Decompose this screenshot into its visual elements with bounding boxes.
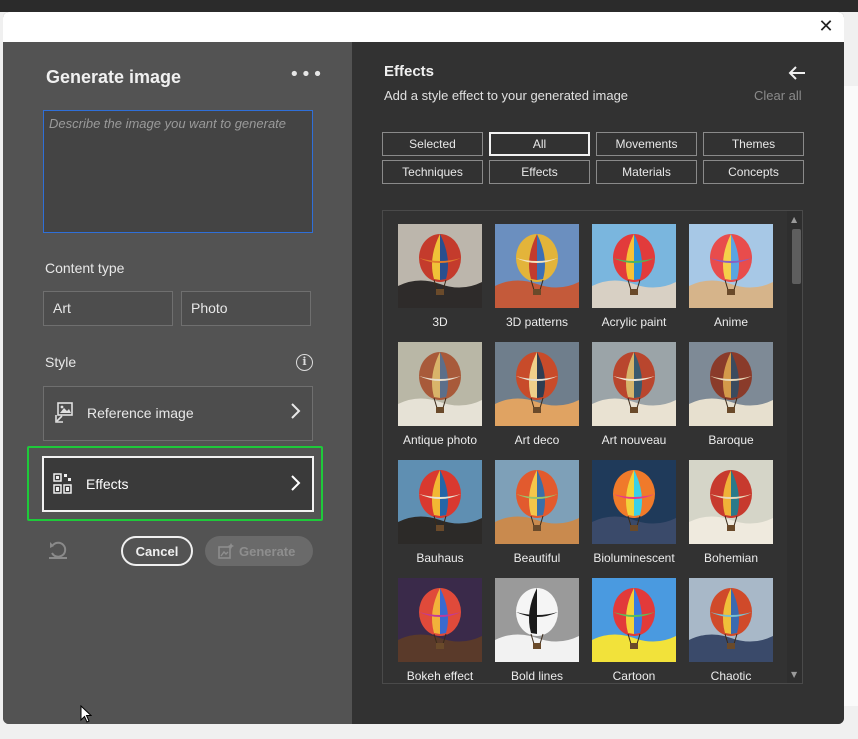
effect-tile-baroque[interactable]: Baroque (688, 342, 774, 447)
effect-thumbnail (592, 578, 676, 662)
filter-chip-effects[interactable]: Effects (489, 160, 590, 184)
effects-panel: Effects Add a style effect to your gener… (352, 42, 844, 724)
panel-title: Generate image (46, 67, 182, 87)
effect-tile-acrylic-paint[interactable]: Acrylic paint (591, 224, 677, 329)
effect-tile-chaotic[interactable]: Chaotic (688, 578, 774, 683)
scroll-thumb[interactable] (792, 229, 801, 284)
effect-tile-antique-photo[interactable]: Antique photo (397, 342, 483, 447)
filter-chip-themes[interactable]: Themes (703, 132, 804, 156)
reference-image-label: Reference image (87, 405, 194, 421)
scroll-down-icon[interactable]: ▼ (791, 670, 797, 679)
reset-icon[interactable] (47, 539, 69, 561)
effect-thumbnail (592, 342, 676, 426)
effect-tile-label: Bioluminescent (593, 551, 675, 565)
effect-thumbnail (398, 224, 482, 308)
clear-all-link[interactable]: Clear all (754, 88, 802, 103)
effect-tile-bokeh-effect[interactable]: Bokeh effect (397, 578, 483, 683)
effect-tile-anime[interactable]: Anime (688, 224, 774, 329)
window-top-strip (0, 0, 858, 12)
effects-grid: 3D 3D patterns Acrylic paint Anime Antique p… (382, 210, 803, 684)
content-type-label: Content type (45, 260, 125, 276)
effect-thumbnail (689, 224, 773, 308)
effect-tile-3d[interactable]: 3D (397, 224, 483, 329)
generate-panel: Generate image ••• Content type Art Phot… (3, 42, 352, 724)
effect-tile-label: Art deco (514, 433, 560, 447)
arrow-left-icon[interactable] (788, 65, 806, 81)
filter-chip-concepts[interactable]: Concepts (703, 160, 804, 184)
generate-icon (218, 543, 234, 559)
content-type-photo-button[interactable]: Photo (181, 291, 311, 326)
effect-thumbnail (398, 460, 482, 544)
effect-tile-label: Bohemian (703, 551, 759, 565)
chevron-right-icon (291, 403, 301, 419)
effect-tile-beautiful[interactable]: Beautiful (494, 460, 580, 565)
effect-thumbnail (398, 342, 482, 426)
effect-tile-label: Beautiful (513, 551, 561, 565)
filter-chip-all[interactable]: All (489, 132, 590, 156)
effect-thumbnail (689, 460, 773, 544)
effect-tile-label: 3D (432, 315, 448, 329)
cancel-button[interactable]: Cancel (121, 536, 193, 566)
generate-button[interactable]: Generate (205, 536, 313, 566)
style-label: Style (45, 354, 77, 370)
effect-thumbnail (592, 224, 676, 308)
effect-tile-bauhaus[interactable]: Bauhaus (397, 460, 483, 565)
effect-thumbnail (495, 460, 579, 544)
effect-thumbnail (398, 578, 482, 662)
effect-tile-label: 3D patterns (505, 315, 569, 329)
effect-tile-label: Bokeh effect (406, 669, 474, 683)
content-type-art-button[interactable]: Art (43, 291, 173, 326)
effect-tile-label: Bold lines (510, 669, 564, 683)
filter-chip-materials[interactable]: Materials (596, 160, 697, 184)
filter-chip-selected[interactable]: Selected (382, 132, 483, 156)
effects-label: Effects (86, 476, 129, 492)
effect-thumbnail (689, 342, 773, 426)
effect-thumbnail (495, 224, 579, 308)
effect-tile-3d-patterns[interactable]: 3D patterns (494, 224, 580, 329)
effect-tile-label: Anime (713, 315, 748, 329)
effect-tile-label: Antique photo (402, 433, 478, 447)
reference-image-button[interactable]: Reference image (43, 386, 313, 441)
prompt-input[interactable] (43, 110, 313, 233)
scroll-up-icon[interactable]: ▲ (791, 215, 797, 224)
effects-scrollbar[interactable]: ▲ ▼ (787, 211, 802, 683)
effect-tile-label: Cartoon (612, 669, 656, 683)
effect-tile-cartoon[interactable]: Cartoon (591, 578, 677, 683)
effect-tile-label: Baroque (708, 433, 754, 447)
effects-subtitle: Add a style effect to your generated ima… (384, 88, 629, 103)
effect-tile-bohemian[interactable]: Bohemian (688, 460, 774, 565)
effect-thumbnail (495, 342, 579, 426)
effect-thumbnail (592, 460, 676, 544)
dialog-titlebar: ✕ (3, 12, 844, 42)
generate-label: Generate (239, 544, 296, 559)
effect-thumbnail (495, 578, 579, 662)
effect-tile-label: Bauhaus (416, 551, 464, 565)
effect-tile-bioluminescent[interactable]: Bioluminescent (591, 460, 677, 565)
effect-tile-art-nouveau[interactable]: Art nouveau (591, 342, 677, 447)
effect-tile-label: Chaotic (710, 669, 752, 683)
filter-chip-movements[interactable]: Movements (596, 132, 697, 156)
effect-tile-label: Art nouveau (601, 433, 667, 447)
effect-tile-art-deco[interactable]: Art deco (494, 342, 580, 447)
mouse-cursor-icon (80, 705, 92, 723)
effect-thumbnail (689, 578, 773, 662)
effect-tile-label: Acrylic paint (601, 315, 667, 329)
effects-button[interactable]: Effects (42, 456, 314, 512)
effect-tile-bold-lines[interactable]: Bold lines (494, 578, 580, 683)
generate-image-dialog: ✕ Generate image ••• Content type Art Ph… (3, 12, 844, 724)
more-options-icon[interactable]: ••• (289, 64, 324, 85)
close-icon[interactable]: ✕ (816, 17, 836, 37)
effects-title: Effects (384, 63, 435, 80)
filter-chip-techniques[interactable]: Techniques (382, 160, 483, 184)
chevron-right-icon (291, 475, 301, 491)
reference-image-icon (55, 402, 73, 423)
info-icon[interactable]: i (296, 354, 313, 371)
effects-icon (53, 473, 72, 494)
